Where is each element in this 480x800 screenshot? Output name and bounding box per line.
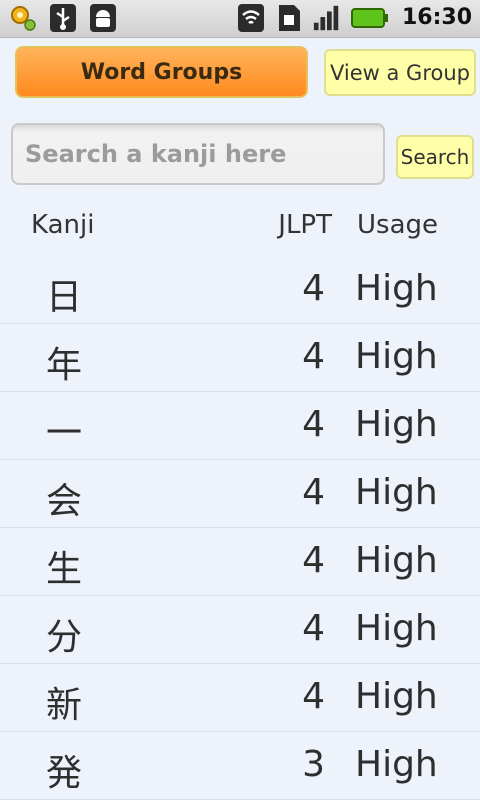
jlpt-cell: 4 xyxy=(302,268,325,309)
settings-gear-icon xyxy=(8,3,38,33)
jlpt-cell: 4 xyxy=(302,608,325,649)
usage-cell: High xyxy=(355,540,438,581)
usage-cell: High xyxy=(355,268,438,309)
kanji-cell: 日 xyxy=(46,277,83,318)
android-debug-icon xyxy=(88,3,118,33)
usb-icon xyxy=(48,3,78,33)
kanji-cell: 分 xyxy=(46,617,83,658)
table-header: Kanji JLPT Usage xyxy=(0,204,480,248)
usage-cell: High xyxy=(355,676,438,717)
jlpt-cell: 4 xyxy=(302,404,325,445)
search-button[interactable]: Search xyxy=(396,135,474,179)
search-input[interactable] xyxy=(11,123,385,185)
word-groups-button[interactable]: Word Groups xyxy=(15,46,308,98)
battery-icon xyxy=(350,3,390,33)
table-row[interactable]: 日 4 High xyxy=(0,256,480,324)
table-row[interactable]: 分 4 High xyxy=(0,596,480,664)
status-time: 16:30 xyxy=(401,5,472,30)
top-toolbar: Word Groups View a Group xyxy=(0,44,480,104)
usage-cell: High xyxy=(355,336,438,377)
notification-icons xyxy=(8,3,118,33)
usage-cell: High xyxy=(355,472,438,513)
kanji-cell: 会 xyxy=(46,481,83,522)
usage-cell: High xyxy=(355,608,438,649)
table-row[interactable]: 新 4 High xyxy=(0,664,480,732)
jlpt-cell: 4 xyxy=(302,336,325,377)
view-group-button[interactable]: View a Group xyxy=(324,49,476,96)
usage-cell: High xyxy=(355,404,438,445)
system-icons: 16:30 xyxy=(236,3,472,33)
table-row[interactable]: 生 4 High xyxy=(0,528,480,596)
signal-icon xyxy=(312,3,342,33)
jlpt-cell: 4 xyxy=(302,676,325,717)
table-row[interactable]: 発 3 High xyxy=(0,732,480,800)
kanji-cell: 年 xyxy=(46,345,83,386)
kanji-cell: 発 xyxy=(46,753,83,794)
header-jlpt: JLPT xyxy=(278,210,332,240)
status-bar: 16:30 xyxy=(0,0,480,38)
table-row[interactable]: 会 4 High xyxy=(0,460,480,528)
table-row[interactable]: 一 4 High xyxy=(0,392,480,460)
header-usage: Usage xyxy=(357,210,439,240)
sim-card-icon xyxy=(274,3,304,33)
kanji-cell: 生 xyxy=(46,549,83,590)
table-row[interactable]: 年 4 High xyxy=(0,324,480,392)
usage-cell: High xyxy=(355,744,438,785)
jlpt-cell: 4 xyxy=(302,540,325,581)
jlpt-cell: 4 xyxy=(302,472,325,513)
kanji-cell: 新 xyxy=(46,685,83,726)
header-kanji: Kanji xyxy=(31,210,95,240)
kanji-cell: 一 xyxy=(46,413,83,454)
kanji-list: 日 4 High 年 4 High 一 4 High 会 4 High 生 4 … xyxy=(0,256,480,800)
wifi-icon xyxy=(236,3,266,33)
jlpt-cell: 3 xyxy=(302,744,325,785)
